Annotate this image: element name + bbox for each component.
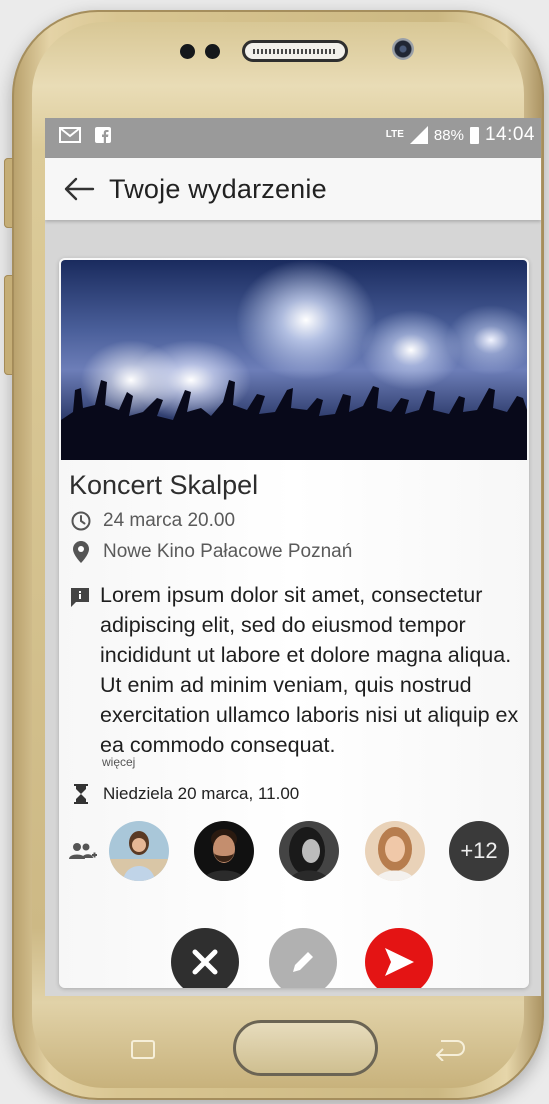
status-bar: LTE 88% 14:04 xyxy=(45,118,541,158)
event-card: Koncert Skalpel 24 marca 20.00 Nowe Kino… xyxy=(59,258,529,988)
clock-icon xyxy=(71,511,91,531)
network-type: LTE xyxy=(385,129,404,140)
signal-icon xyxy=(409,126,428,144)
volume-down-key[interactable] xyxy=(4,275,13,375)
avatar[interactable] xyxy=(109,821,169,881)
app-bar: Twoje wydarzenie xyxy=(45,158,541,220)
event-place: Nowe Kino Pałacowe Poznań xyxy=(69,540,352,564)
sensor-dot xyxy=(180,44,195,59)
attendees-row: +12 xyxy=(69,813,529,893)
event-image xyxy=(61,260,527,460)
avatar[interactable] xyxy=(279,821,339,881)
send-button[interactable] xyxy=(365,928,433,988)
event-deadline-label: Niedziela 20 marca, 11.00 xyxy=(103,784,300,803)
event-datetime: 24 marca 20.00 xyxy=(69,509,235,533)
more-attendees-badge[interactable]: +12 xyxy=(449,821,509,881)
earpiece-speaker xyxy=(242,40,348,62)
battery-percent: 88% xyxy=(433,126,464,144)
reject-button[interactable] xyxy=(171,928,239,988)
send-icon xyxy=(385,948,414,976)
back-arrow-icon[interactable] xyxy=(63,177,95,201)
group-add-icon xyxy=(69,843,97,859)
recent-apps-key[interactable] xyxy=(131,1040,155,1059)
edit-icon xyxy=(293,952,313,972)
event-title: Koncert Skalpel xyxy=(69,470,259,500)
home-button[interactable] xyxy=(233,1020,378,1076)
avatar[interactable] xyxy=(365,821,425,881)
back-key-icon[interactable] xyxy=(433,1035,467,1061)
event-place-label: Nowe Kino Pałacowe Poznań xyxy=(103,541,353,562)
volume-up-key[interactable] xyxy=(4,158,13,228)
battery-icon xyxy=(469,126,479,144)
close-icon xyxy=(192,949,218,975)
mail-icon xyxy=(59,127,81,143)
clock: 14:04 xyxy=(484,124,535,145)
location-pin-icon xyxy=(73,541,89,563)
avatar[interactable] xyxy=(194,821,254,881)
screen: LTE 88% 14:04 Twoje wydarzenie Koncert S… xyxy=(45,118,541,996)
description-icon xyxy=(71,588,89,607)
event-datetime-label: 24 marca 20.00 xyxy=(103,510,236,531)
event-description: Lorem ipsum dolor sit amet, consectetur … xyxy=(100,583,519,757)
front-camera xyxy=(392,38,414,60)
event-deadline: Niedziela 20 marca, 11.00 xyxy=(69,782,299,806)
page-title: Twoje wydarzenie xyxy=(109,173,327,204)
facebook-icon xyxy=(95,127,111,143)
edit-button[interactable] xyxy=(269,928,337,988)
hourglass-icon xyxy=(74,784,88,804)
more-link[interactable]: więcej xyxy=(102,755,135,769)
sensor-dot xyxy=(205,44,220,59)
